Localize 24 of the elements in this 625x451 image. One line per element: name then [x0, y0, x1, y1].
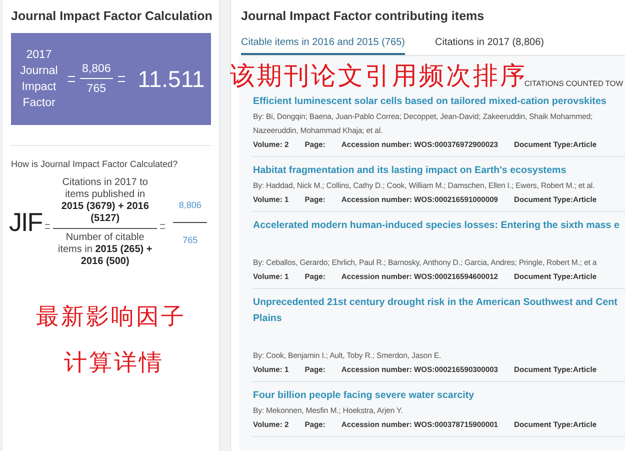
annotation-text: 最新影响因子 — [36, 306, 186, 329]
panel-title: Journal Impact Factor Calculation — [11, 8, 211, 25]
article-title-link[interactable]: Unprecedented 21st century drought risk in the American Southwest and Cent Plains — [253, 295, 618, 349]
article-title-link[interactable]: Efficient luminescent solar cells based on tailored mixed-cation perovskites — [253, 94, 606, 110]
panel-title: Journal Impact Factor contributing items — [241, 8, 486, 25]
formula-symbol: JIF — [9, 207, 42, 238]
equals-sign-icon — [118, 76, 125, 82]
impact-value: 11.511 — [138, 66, 205, 92]
tab[interactable]: Citations in 2017 (8,806) — [435, 35, 544, 55]
equals-sign-icon — [45, 224, 50, 229]
formula-numerator: Citations in 2017 to items published in 2015 (3679) + 2016 (5127) — [53, 177, 158, 229]
annotation-text: 计算详情 — [64, 352, 164, 375]
article-title-link[interactable]: Habitat fragmentation and its lasting impact on Earth's ecosystems — [253, 163, 566, 179]
equals-sign-icon — [160, 224, 166, 229]
denominator: 765 — [86, 82, 107, 95]
result-label: 2017 Journal Impact Factor — [19, 48, 59, 111]
result-numerator: 8,806 — [173, 200, 208, 223]
numerator: 8,806 — [80, 63, 113, 79]
formula-denominator: Number of citable items in 2015 (265) + 2016 (500) — [56, 231, 154, 268]
help-question: How is Journal Impact Factor Calculated? — [11, 145, 211, 169]
article-title-link[interactable]: Four billion people facing severe water scarcity — [253, 388, 474, 404]
equals-sign-icon — [68, 76, 75, 82]
result-denominator: 765 — [182, 234, 199, 245]
article-title-link[interactable]: Accelerated modern human-induced species losses: Entering the sixth mass e — [253, 218, 620, 256]
